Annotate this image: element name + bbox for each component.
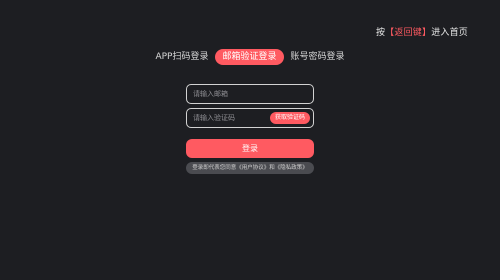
verification-code-input[interactable] — [187, 109, 267, 127]
login-button[interactable]: 登录 — [186, 139, 314, 158]
login-method-tabs: APP扫码登录 邮箱验证登录 账号密码登录 — [0, 49, 500, 65]
hint-suffix: 进入首页 — [431, 28, 468, 38]
tab-app-scan-login[interactable]: APP扫码登录 — [149, 49, 214, 65]
tab-account-password-login[interactable]: 账号密码登录 — [285, 49, 351, 65]
back-key-label: 【返回键】 — [385, 28, 432, 38]
email-field — [186, 84, 314, 104]
verification-code-field: 获取验证码 — [186, 108, 314, 128]
email-input[interactable] — [187, 85, 313, 103]
back-to-home-hint: 按【返回键】进入首页 — [376, 25, 468, 38]
hint-prefix: 按 — [375, 28, 386, 38]
get-code-button[interactable]: 获取验证码 — [269, 112, 310, 124]
agreement-notice[interactable]: 登录即代表您同意《用户协议》和《隐私政策》 — [186, 162, 314, 174]
tab-email-verification-login[interactable]: 邮箱验证登录 — [215, 49, 284, 65]
